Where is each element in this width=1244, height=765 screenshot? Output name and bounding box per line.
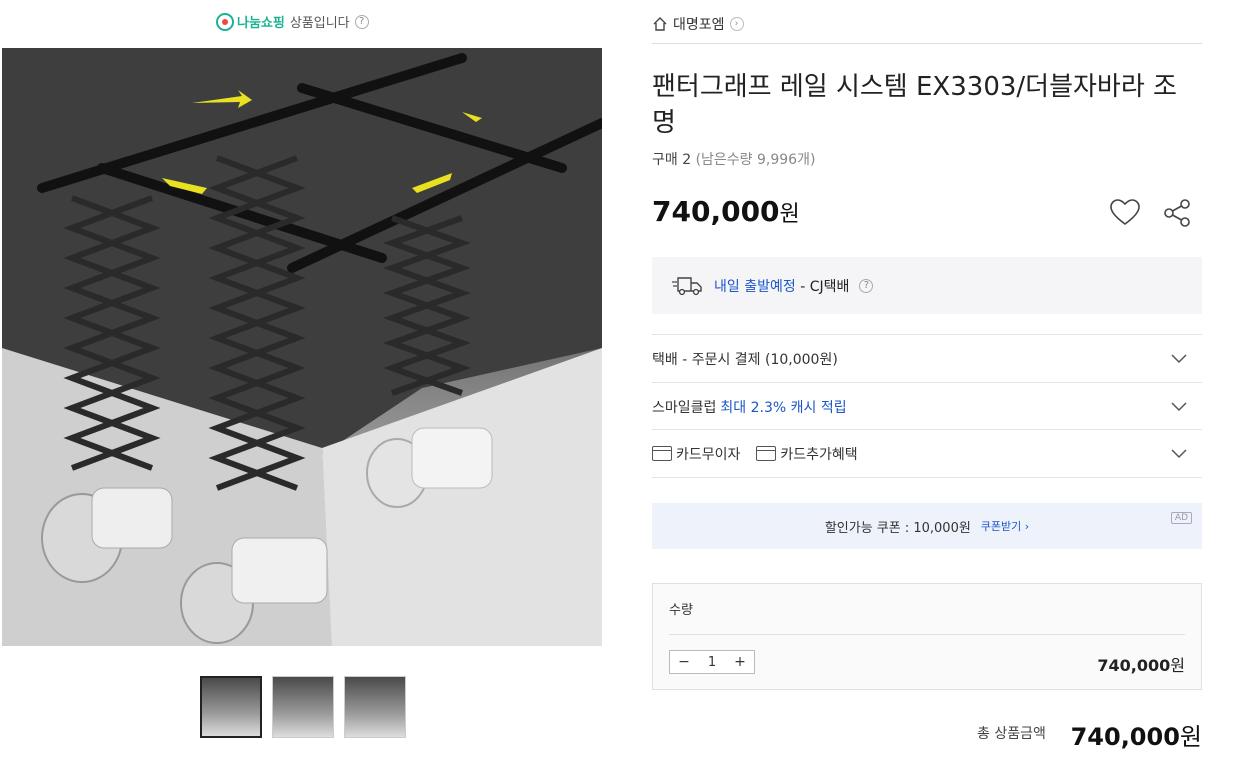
card-benefit-icon: [756, 446, 777, 461]
chevron-down-icon: [1171, 354, 1187, 364]
product-photo-illustration: [2, 48, 602, 646]
store-name: 대명포엠: [673, 17, 725, 33]
divider: [669, 634, 1185, 635]
smile-club-label: 스마일클럽: [652, 399, 717, 416]
increase-button[interactable]: +: [726, 651, 754, 673]
line-item-currency: 원: [1170, 656, 1185, 675]
shipping-help-icon[interactable]: ?: [859, 278, 874, 293]
decrease-button[interactable]: −: [670, 651, 698, 673]
shipping-info: 내일 출발예정 - CJ택배 ?: [652, 257, 1202, 314]
ad-badge: AD: [1170, 512, 1192, 524]
card-extra-benefit: 카드추가혜택: [756, 444, 858, 464]
quantity-stepper: − 1 +: [669, 650, 755, 674]
purchase-count: 구매 2 (남은수량 9,996개): [652, 149, 815, 169]
card-installment-label: 카드무이자: [676, 446, 741, 463]
seller-logo: 나눔쇼핑: [216, 12, 285, 31]
credit-card-icon: [652, 446, 672, 461]
seller-logo-icon: [216, 12, 234, 31]
chevron-down-icon: [1171, 402, 1187, 412]
seller-brand: 나눔쇼핑: [237, 16, 285, 31]
thumbnail-2[interactable]: [272, 676, 334, 738]
seller-suffix: 상품입니다: [289, 16, 350, 31]
line-item-price-value: 740,000: [1097, 656, 1171, 675]
chevron-down-icon: [1171, 449, 1187, 459]
total-price: 740,000원: [1071, 717, 1202, 752]
seller-help-icon[interactable]: ?: [354, 14, 369, 29]
quantity-panel: 수량 − 1 + 740,000원: [652, 583, 1202, 690]
coupon-download-link[interactable]: 쿠폰받기 ›: [981, 518, 1029, 534]
purchase-label: 구매 2: [652, 152, 692, 168]
divider: [652, 43, 1202, 44]
thumbnail-3[interactable]: [344, 676, 406, 738]
delivery-truck-icon: [672, 276, 702, 295]
price-value: 740,000: [652, 195, 780, 228]
product-price: 740,000원: [652, 195, 800, 228]
total-currency: 원: [1179, 723, 1202, 751]
share-icon: [1164, 199, 1190, 227]
thumbnail-1[interactable]: [200, 676, 262, 738]
store-link[interactable]: 대명포엠 ›: [652, 14, 744, 34]
home-icon: [653, 17, 667, 31]
main-product-image[interactable]: [2, 48, 602, 646]
seller-badge: 나눔쇼핑 상품입니다 ?: [216, 12, 369, 31]
shipping-eta: 내일 출발예정: [714, 278, 796, 295]
card-extra-label: 카드추가혜택: [780, 446, 858, 463]
heart-icon: [1110, 199, 1140, 225]
price-currency: 원: [779, 202, 800, 227]
card-benefit-row[interactable]: 카드무이자 카드추가혜택: [652, 429, 1202, 477]
smile-club-row[interactable]: 스마일클럽 최대 2.3% 캐시 적립: [652, 382, 1202, 430]
card-installment: 카드무이자: [652, 444, 740, 464]
divider: [652, 477, 1202, 478]
delivery-option-row[interactable]: 택배 - 주문시 결제 (10,000원): [652, 334, 1202, 382]
product-title: 팬터그래프 레일 시스템 EX3303/더블자바라 조명: [652, 72, 1177, 138]
quantity-label: 수량: [669, 603, 693, 618]
total-label: 총 상품금액: [977, 726, 1046, 742]
line-item-price: 740,000원: [1097, 652, 1185, 676]
shipping-carrier: - CJ택배: [800, 278, 850, 295]
thumbnail-strip: [200, 676, 406, 738]
total-price-value: 740,000: [1070, 723, 1180, 751]
coupon-banner[interactable]: 할인가능 쿠폰 : 10,000원 쿠폰받기 › AD: [652, 503, 1202, 549]
delivery-option-label: 택배 - 주문시 결제 (10,000원): [652, 351, 838, 368]
remaining-stock: (남은수량 9,996개): [695, 152, 816, 168]
smile-club-benefit: 최대 2.3% 캐시 적립: [720, 399, 847, 416]
share-button[interactable]: [1160, 196, 1194, 230]
wishlist-button[interactable]: [1108, 196, 1142, 230]
chevron-right-icon: ›: [729, 17, 744, 31]
quantity-input[interactable]: 1: [698, 651, 726, 673]
coupon-text: 할인가능 쿠폰 : 10,000원: [824, 520, 971, 536]
